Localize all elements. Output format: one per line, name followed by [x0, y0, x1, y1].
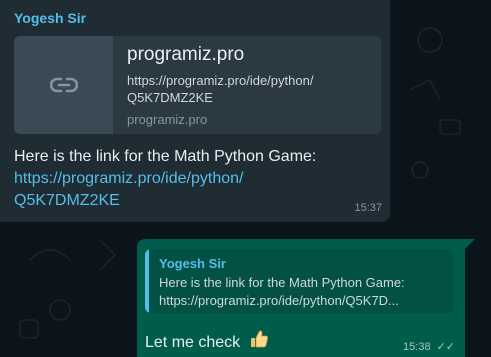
quoted-link-line: https://programiz.pro/ide/python/Q5K7D..…: [159, 293, 399, 308]
outgoing-time: 15:38: [403, 341, 431, 353]
link-icon: [50, 77, 78, 93]
link-preview-domain: programiz.pro: [127, 112, 208, 127]
quoted-text-line: Here is the link for the Math Python Gam…: [159, 275, 405, 290]
message-body: Here is the link for the Math Python Gam…: [14, 148, 317, 165]
outgoing-message-bubble[interactable]: Yogesh Sir Here is the link for the Math…: [137, 239, 465, 357]
sender-name: Yogesh Sir: [14, 10, 87, 26]
double-check-icon: ✓✓: [436, 341, 455, 353]
link-preview-title: programiz.pro: [127, 44, 245, 65]
quoted-message[interactable]: Yogesh Sir Here is the link for the Math…: [145, 249, 453, 313]
incoming-message-bubble[interactable]: Yogesh Sir programiz.pro https://program…: [0, 0, 390, 222]
message-link[interactable]: https://programiz.pro/ide/python/ Q5K7DM…: [14, 168, 364, 212]
message-timestamp: 15:37: [354, 202, 382, 214]
outgoing-message-text: Let me check: [145, 329, 269, 352]
outgoing-timestamp: 15:38 ✓✓: [403, 340, 455, 353]
outgoing-message-body: Let me check: [145, 334, 241, 351]
link-preview-description: https://programiz.pro/ide/python/ Q5K7DM…: [127, 73, 314, 105]
message-text: Here is the link for the Math Python Gam…: [14, 146, 364, 212]
link-preview-thumbnail: [14, 36, 113, 134]
thumbs-up-icon: [250, 330, 268, 348]
quoted-sender-name: Yogesh Sir: [159, 256, 226, 271]
quote-accent-bar: [145, 249, 149, 313]
outgoing-bubble-tail: [465, 239, 475, 249]
link-preview-card[interactable]: programiz.pro https://programiz.pro/ide/…: [14, 36, 381, 134]
